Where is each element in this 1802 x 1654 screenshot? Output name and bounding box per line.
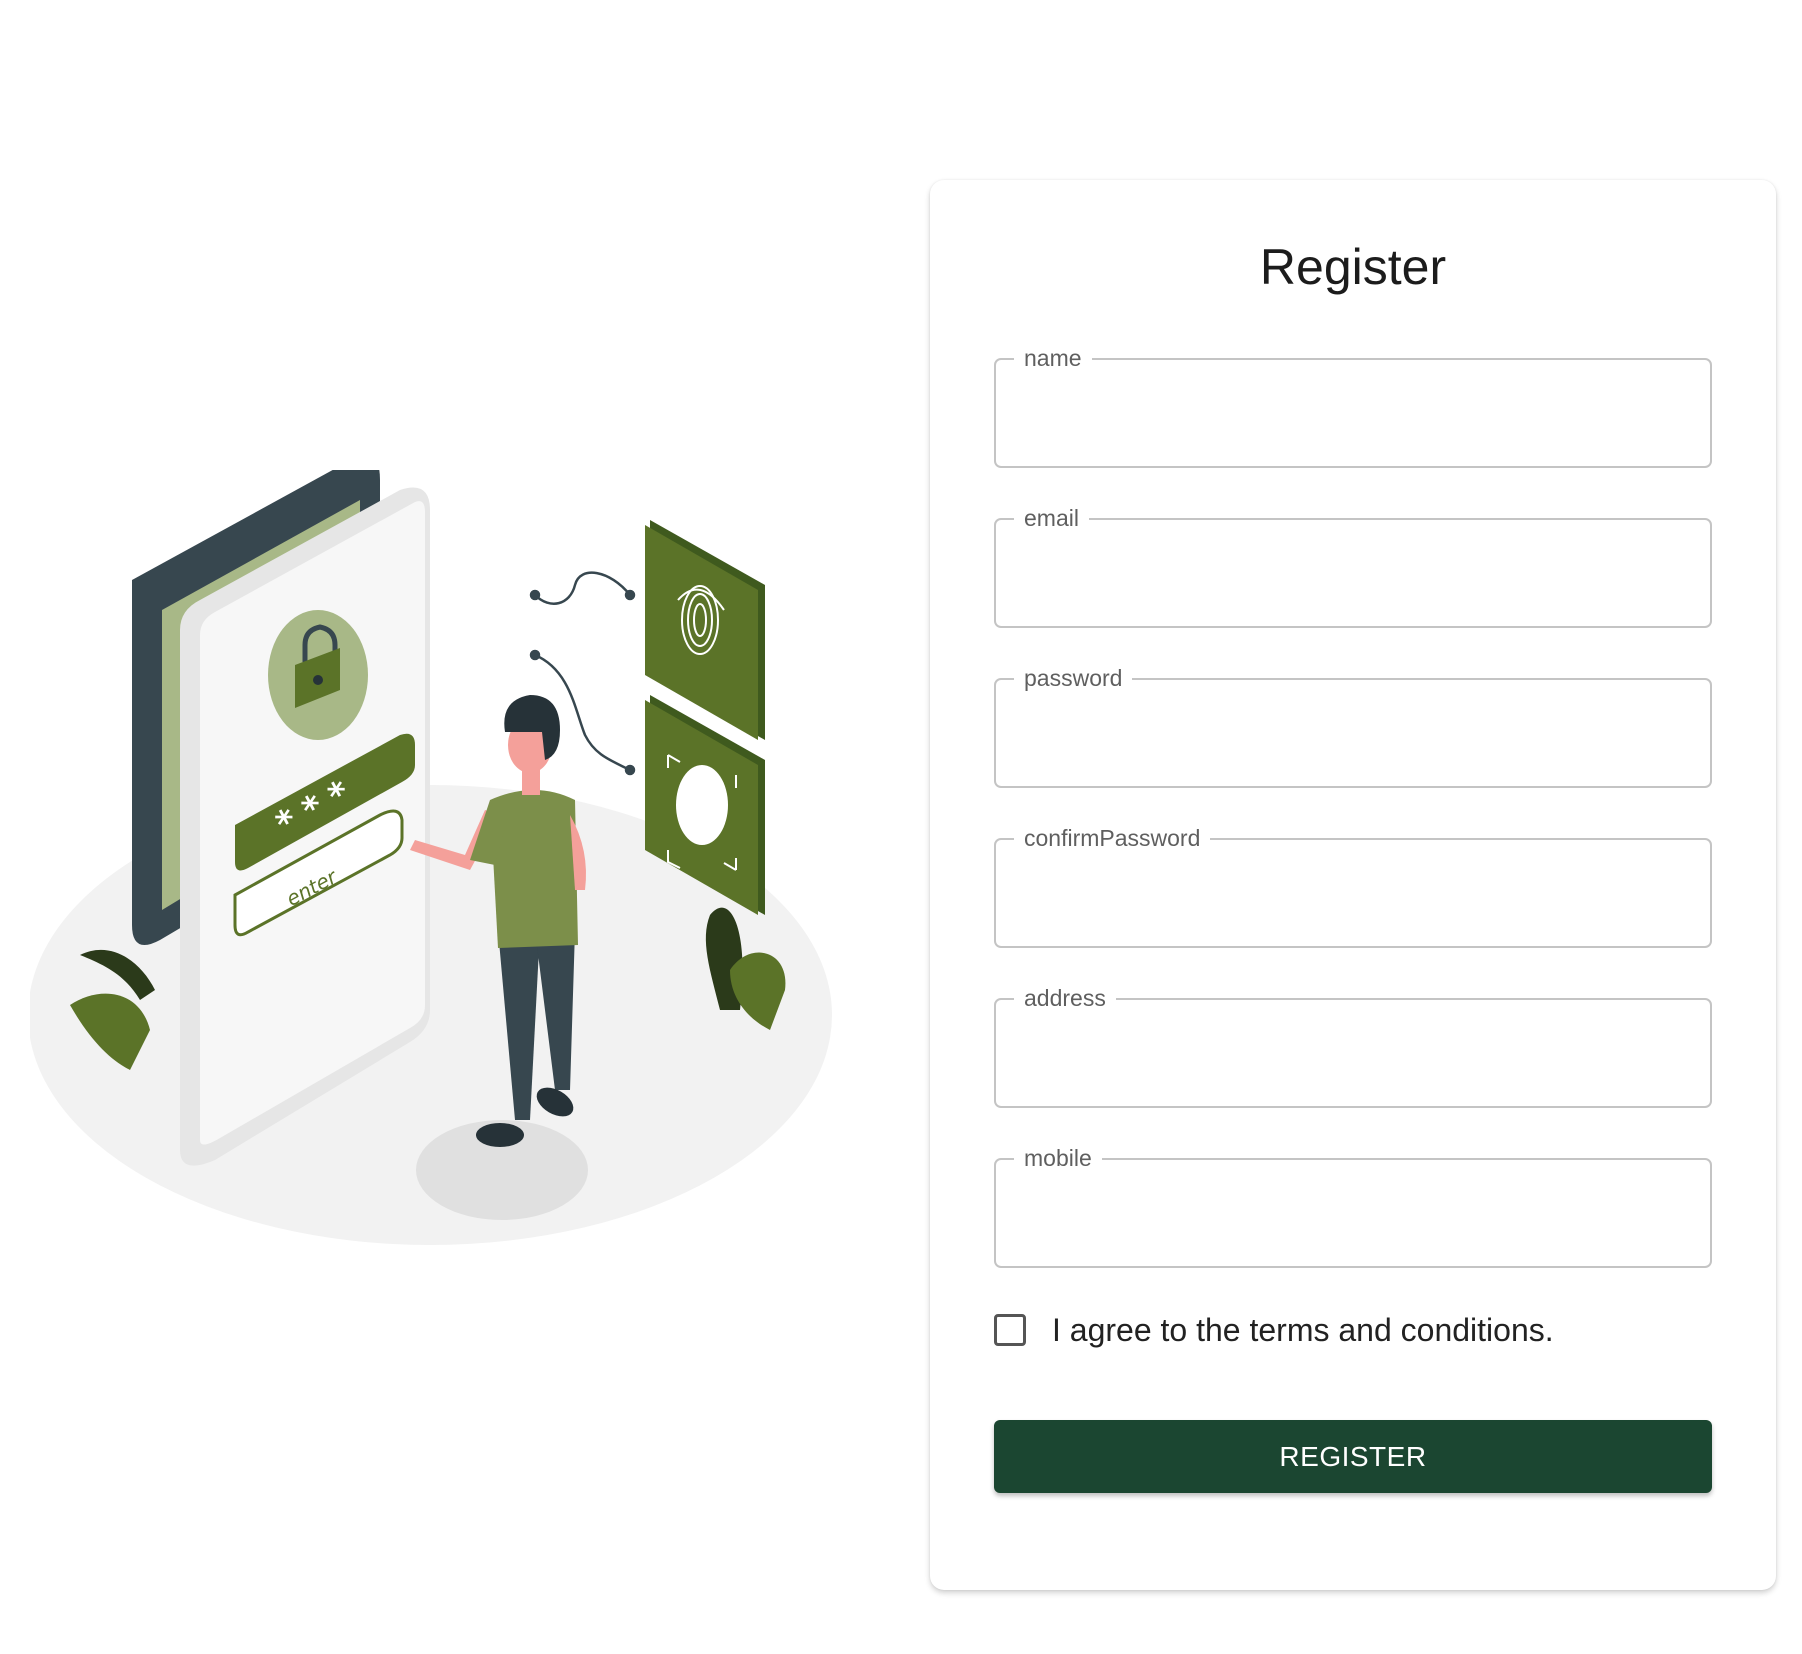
illustration-svg: * * * enter bbox=[30, 470, 832, 1245]
name-field[interactable]: name bbox=[994, 344, 1712, 468]
confirm-password-input[interactable] bbox=[996, 840, 1710, 946]
password-input[interactable] bbox=[996, 680, 1710, 786]
register-button[interactable]: REGISTER bbox=[994, 1420, 1712, 1493]
register-form: Register name email password confirmPass… bbox=[930, 180, 1776, 1590]
address-input[interactable] bbox=[996, 1000, 1710, 1106]
terms-row: I agree to the terms and conditions. bbox=[994, 1310, 1554, 1350]
confirm-password-field[interactable]: confirmPassword bbox=[994, 824, 1712, 948]
email-field[interactable]: email bbox=[994, 504, 1712, 628]
address-field[interactable]: address bbox=[994, 984, 1712, 1108]
password-field[interactable]: password bbox=[994, 664, 1712, 788]
form-title: Register bbox=[1259, 239, 1447, 295]
name-input[interactable] bbox=[996, 360, 1710, 466]
security-illustration: * * * enter bbox=[30, 470, 850, 1300]
mobile-input[interactable] bbox=[996, 1160, 1710, 1266]
mobile-field[interactable]: mobile bbox=[994, 1144, 1712, 1268]
terms-checkbox[interactable] bbox=[994, 1314, 1026, 1346]
register-page: * * * enter Register name email password… bbox=[0, 0, 1802, 1654]
email-input[interactable] bbox=[996, 520, 1710, 626]
terms-label[interactable]: I agree to the terms and conditions. bbox=[1052, 1312, 1554, 1349]
